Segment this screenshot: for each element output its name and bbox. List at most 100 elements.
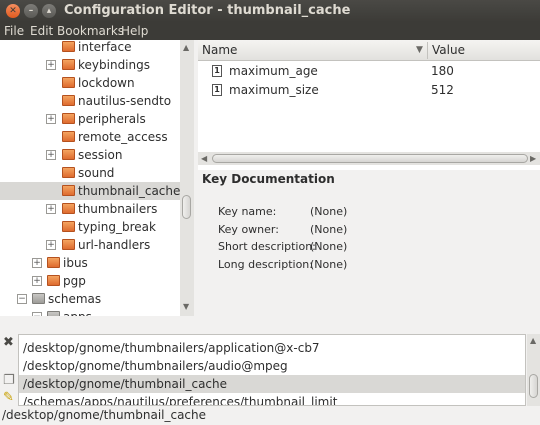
folder-icon <box>62 203 75 214</box>
keys-list-header: Name ▼ Value <box>198 40 540 61</box>
directory-tree: interface + keybindings lockdown nautilu… <box>0 40 180 316</box>
tree-item[interactable]: + pgp <box>0 272 180 290</box>
menu-help[interactable]: Help <box>121 24 148 38</box>
scroll-down-icon[interactable]: ▼ <box>183 302 189 311</box>
tree-item[interactable]: sound <box>0 164 180 182</box>
key-owner-value: (None) <box>310 223 348 236</box>
folder-icon <box>62 185 75 196</box>
menu-file[interactable]: File <box>4 24 24 38</box>
expand-icon[interactable]: + <box>32 276 42 286</box>
folder-icon <box>62 41 75 52</box>
maximize-window-button[interactable]: ▴ <box>42 4 56 18</box>
tree-scrollbar[interactable]: ▲ ▼ <box>180 40 194 316</box>
name-column-header[interactable]: Name <box>202 43 237 57</box>
expand-icon[interactable]: + <box>46 240 56 250</box>
close-window-button[interactable]: ✕ <box>6 4 20 18</box>
tree-item[interactable]: nautilus-sendto <box>0 92 180 110</box>
keys-list: Name ▼ Value 1 maximum_age 180 1 maximum… <box>198 40 540 170</box>
key-name: maximum_size <box>229 83 319 97</box>
key-row[interactable]: 1 maximum_size 512 <box>198 81 540 100</box>
key-documentation-panel: Key Documentation Key name: (None) Key o… <box>198 165 540 316</box>
integer-icon: 1 <box>212 84 222 96</box>
expand-icon[interactable]: + <box>46 114 56 124</box>
search-results-panel: ✖ ❐ ✎ /desktop/gnome/thumbnailers/applic… <box>0 316 540 408</box>
copy-icon[interactable]: ❐ <box>3 373 15 388</box>
expand-icon[interactable]: + <box>46 150 56 160</box>
folder-icon <box>47 275 60 286</box>
key-value[interactable]: 512 <box>431 83 454 97</box>
clear-icon[interactable]: ✎ <box>3 390 14 405</box>
keys-scrollbar-thumb[interactable] <box>212 154 528 163</box>
folder-icon <box>62 221 75 232</box>
integer-icon: 1 <box>212 65 222 77</box>
column-separator[interactable] <box>427 42 428 59</box>
key-row[interactable]: 1 maximum_age 180 <box>198 62 540 81</box>
scroll-left-icon[interactable]: ◀ <box>201 154 207 163</box>
search-result-item-selected[interactable]: /desktop/gnome/thumbnail_cache <box>19 375 525 393</box>
close-results-icon[interactable]: ✖ <box>3 335 14 350</box>
key-name-value: (None) <box>310 205 348 218</box>
key-value[interactable]: 180 <box>431 64 454 78</box>
expand-icon[interactable]: + <box>46 204 56 214</box>
scroll-up-icon[interactable]: ▲ <box>183 43 189 52</box>
tree-item[interactable]: lockdown <box>0 74 180 92</box>
tree-item-label: url-handlers <box>78 238 151 252</box>
tree-scrollbar-thumb[interactable] <box>182 195 191 219</box>
results-scrollbar[interactable]: ▲ <box>527 334 540 406</box>
expand-icon[interactable]: + <box>46 60 56 70</box>
key-owner-label: Key owner: <box>218 223 279 236</box>
search-result-path: /desktop/gnome/thumbnail_cache <box>23 377 228 391</box>
sort-descending-icon: ▼ <box>416 45 423 55</box>
tree-item[interactable]: + keybindings <box>0 56 180 74</box>
tree-item[interactable]: − schemas <box>0 290 180 308</box>
short-description-value: (None) <box>310 240 348 253</box>
window-title: Configuration Editor - thumbnail_cache <box>64 3 351 18</box>
keys-horizontal-scrollbar[interactable]: ◀ ▶ <box>198 152 540 165</box>
menu-bookmarks[interactable]: Bookmarks <box>57 24 124 38</box>
tree-item-label: nautilus-sendto <box>78 94 172 108</box>
folder-icon <box>62 149 75 160</box>
tree-item-label: pgp <box>63 274 86 288</box>
tree-item[interactable]: + ibus <box>0 254 180 272</box>
status-path: /desktop/gnome/thumbnail_cache <box>2 408 207 422</box>
tree-item-label: thumbnailers <box>78 202 158 216</box>
tree-item-label: sound <box>78 166 115 180</box>
value-column-header[interactable]: Value <box>432 43 465 57</box>
key-name: maximum_age <box>229 64 318 78</box>
tree-item[interactable]: + peripherals <box>0 110 180 128</box>
expand-icon[interactable]: + <box>32 258 42 268</box>
tree-item-label: schemas <box>48 292 102 306</box>
tree-item-selected[interactable]: thumbnail_cache <box>0 182 180 200</box>
scroll-right-icon[interactable]: ▶ <box>530 154 536 163</box>
tree-item[interactable]: typing_break <box>0 218 180 236</box>
tree-item[interactable]: remote_access <box>0 128 180 146</box>
collapse-icon[interactable]: − <box>17 294 27 304</box>
folder-icon <box>62 113 75 124</box>
tree-item[interactable]: interface <box>0 40 180 56</box>
short-description-label: Short description: <box>218 240 316 253</box>
tree-item[interactable]: + session <box>0 146 180 164</box>
tree-item-label: keybindings <box>78 58 150 72</box>
tree-item[interactable]: + url-handlers <box>0 236 180 254</box>
search-result-item[interactable]: /desktop/gnome/thumbnailers/application@… <box>19 339 525 357</box>
folder-icon <box>62 239 75 250</box>
search-result-item[interactable]: /schemas/apps/nautilus/preferences/thumb… <box>19 393 525 406</box>
tree-item-label: thumbnail_cache <box>78 184 180 198</box>
minimize-window-button[interactable]: – <box>24 4 38 18</box>
tree-item-label: peripherals <box>78 112 146 126</box>
search-result-item[interactable]: /desktop/gnome/thumbnailers/audio@mpeg <box>19 357 525 375</box>
key-name-label: Key name: <box>218 205 277 218</box>
long-description-value: (None) <box>310 258 348 271</box>
folder-icon <box>62 131 75 142</box>
search-results-list: /desktop/gnome/thumbnailers/application@… <box>18 334 526 406</box>
results-scrollbar-thumb[interactable] <box>529 374 538 398</box>
tree-item[interactable]: + thumbnailers <box>0 200 180 218</box>
tree-item-label: lockdown <box>78 76 135 90</box>
scroll-up-icon[interactable]: ▲ <box>530 336 536 345</box>
menu-bar: File Edit Bookmarks Help <box>0 22 540 40</box>
search-result-path: /schemas/apps/nautilus/preferences/thumb… <box>23 395 338 406</box>
folder-icon <box>62 167 75 178</box>
tree-item[interactable]: − apps <box>0 308 180 316</box>
search-result-path: /desktop/gnome/thumbnailers/audio@mpeg <box>23 359 288 373</box>
menu-edit[interactable]: Edit <box>30 24 53 38</box>
